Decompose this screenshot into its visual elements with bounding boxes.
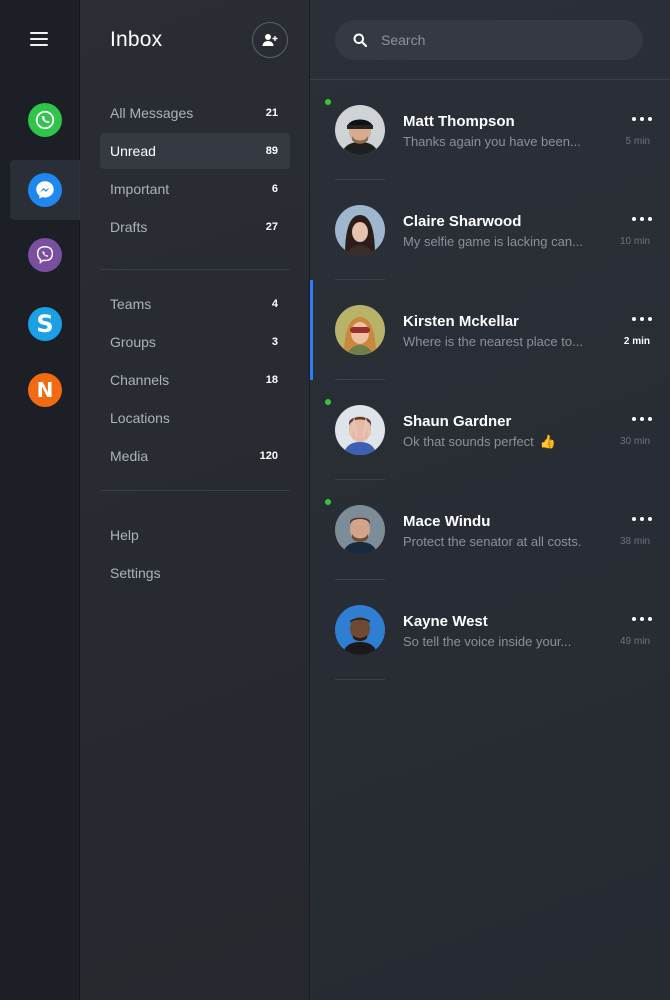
folder-label: Important (110, 181, 170, 197)
contact-name: Kayne West (403, 613, 488, 630)
messenger-app: S N Inbox All Messages 21 Unread 89 Impo… (0, 0, 670, 1000)
online-indicator (325, 99, 331, 105)
more-options-icon[interactable] (632, 413, 652, 425)
messenger-app-button[interactable] (10, 160, 80, 220)
avatar (335, 105, 385, 155)
add-contact-button[interactable] (252, 22, 288, 58)
folder-count: 4 (271, 298, 278, 310)
contact-name: Matt Thompson (403, 113, 515, 130)
message-time: 2 min (623, 336, 650, 347)
message-time: 30 min (619, 436, 650, 447)
folder-count: 120 (259, 450, 278, 462)
message-preview: So tell the voice inside your... (403, 634, 572, 649)
folder-label: Settings (110, 565, 161, 581)
avatar (335, 405, 385, 455)
conversation-row-mace-windu[interactable]: Mace Windu Protect the senator at all co… (310, 480, 670, 580)
n-app-icon: N (28, 373, 62, 407)
conversation-row-matt-thompson[interactable]: Matt Thompson Thanks again you have been… (310, 80, 670, 180)
search-box[interactable] (335, 20, 643, 60)
folder-label: Locations (110, 410, 170, 426)
folder-count: 89 (265, 145, 278, 157)
more-options-icon[interactable] (632, 313, 652, 325)
folder-count: 21 (265, 107, 278, 119)
settings-link[interactable]: Settings (100, 555, 290, 591)
app-switcher-rail: S N (0, 0, 80, 1000)
conversation-row-shaun-gardner[interactable]: Shaun Gardner Ok that sounds perfect 👍 30… (310, 380, 670, 480)
contact-name: Mace Windu (403, 513, 491, 530)
more-options-icon[interactable] (632, 513, 652, 525)
whatsapp-icon (28, 103, 62, 137)
online-indicator (325, 399, 331, 405)
folder-channels[interactable]: Channels 18 (100, 362, 290, 398)
more-options-icon[interactable] (632, 113, 652, 125)
message-preview: Where is the nearest place to... (403, 334, 583, 349)
folder-locations[interactable]: Locations (100, 400, 290, 436)
contact-name: Claire Sharwood (403, 213, 522, 230)
more-options-icon[interactable] (632, 613, 652, 625)
folder-label: Unread (110, 143, 156, 159)
message-time: 5 min (625, 136, 650, 147)
avatar (335, 505, 385, 555)
message-time: 10 min (619, 236, 650, 247)
skype-icon: S (28, 307, 62, 341)
conversation-row-kirsten-mckellar[interactable]: Kirsten Mckellar Where is the nearest pl… (310, 280, 670, 380)
messenger-icon (28, 173, 62, 207)
add-user-icon (262, 34, 278, 46)
message-time: 49 min (619, 636, 650, 647)
contact-name: Shaun Gardner (403, 413, 512, 430)
folder-all-messages[interactable]: All Messages 21 (100, 95, 290, 131)
folder-teams[interactable]: Teams 4 (100, 286, 290, 322)
folder-drafts[interactable]: Drafts 27 (100, 209, 290, 245)
avatar (335, 605, 385, 655)
folder-media[interactable]: Media 120 (100, 438, 290, 474)
conversation-list: Matt Thompson Thanks again you have been… (310, 0, 670, 1000)
panel-title: Inbox (110, 28, 163, 51)
whatsapp-app-button[interactable] (10, 90, 80, 150)
search-input[interactable] (381, 32, 611, 48)
divider (100, 269, 290, 270)
folder-label: All Messages (110, 105, 194, 121)
divider (100, 490, 290, 491)
conversation-row-claire-sharwood[interactable]: Claire Sharwood My selfie game is lackin… (310, 180, 670, 280)
folder-label: Help (110, 527, 139, 543)
active-indicator (310, 280, 313, 380)
folder-count: 18 (265, 374, 278, 386)
skype-app-button[interactable]: S (10, 294, 80, 354)
folder-groups[interactable]: Groups 3 (100, 324, 290, 360)
avatar (335, 205, 385, 255)
viber-app-button[interactable] (10, 225, 80, 285)
search-icon (353, 33, 367, 47)
folder-label: Media (110, 448, 149, 464)
viber-icon (28, 238, 62, 272)
folder-unread[interactable]: Unread 89 (100, 133, 290, 169)
message-preview: Ok that sounds perfect 👍 (403, 434, 556, 450)
row-separator (335, 679, 385, 680)
folder-label: Teams (110, 296, 152, 312)
folder-count: 27 (265, 221, 278, 233)
search-bar (310, 0, 670, 80)
message-preview-text: Ok that sounds perfect (403, 434, 534, 449)
n-app-button[interactable]: N (10, 360, 80, 420)
folder-count: 3 (271, 336, 278, 348)
message-preview: My selfie game is lacking can... (403, 234, 583, 249)
help-link[interactable]: Help (100, 517, 290, 553)
folder-label: Groups (110, 334, 156, 350)
message-preview: Protect the senator at all costs. (403, 534, 582, 549)
message-time: 38 min (619, 536, 650, 547)
folder-label: Drafts (110, 219, 148, 235)
folder-label: Channels (110, 372, 170, 388)
online-indicator (325, 499, 331, 505)
more-options-icon[interactable] (632, 213, 652, 225)
contact-name: Kirsten Mckellar (403, 313, 519, 330)
message-preview: Thanks again you have been... (403, 134, 581, 149)
inbox-folders-panel: Inbox All Messages 21 Unread 89 Importan… (80, 0, 310, 1000)
folder-count: 6 (271, 183, 278, 195)
menu-icon[interactable] (30, 32, 48, 48)
avatar (335, 305, 385, 355)
folder-important[interactable]: Important 6 (100, 171, 290, 207)
conversation-row-kayne-west[interactable]: Kayne West So tell the voice inside your… (310, 580, 670, 680)
thumbs-up-emoji: 👍 (539, 434, 556, 449)
